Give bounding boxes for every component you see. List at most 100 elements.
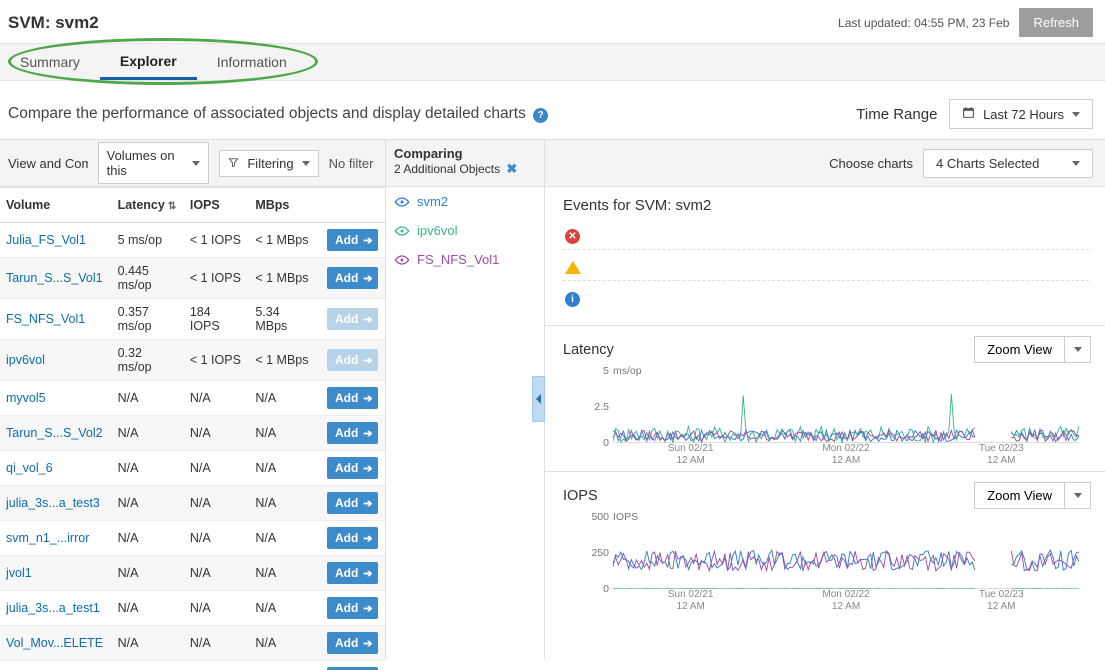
add-button[interactable]: Add (327, 267, 378, 289)
tab-information[interactable]: Information (197, 44, 307, 80)
cell-mbps: N/A (249, 521, 321, 556)
table-row: Julia_FS_Vol15 ms/op< 1 IOPS< 1 MBpsAdd (0, 223, 385, 258)
filtering-label: Filtering (247, 156, 293, 171)
cell-iops: N/A (184, 451, 249, 486)
add-button[interactable]: Add (327, 229, 378, 251)
comparing-item-name[interactable]: svm2 (417, 194, 448, 209)
view-selector[interactable]: Volumes on this (98, 142, 210, 184)
add-button: Add (327, 308, 378, 330)
volume-link[interactable]: Julia_FS_Vol1 (6, 233, 86, 247)
cell-iops: N/A (184, 556, 249, 591)
x-tick: Sun 02/2112 AM (613, 443, 768, 465)
chevron-down-icon (192, 161, 200, 166)
add-button[interactable]: Add (327, 632, 378, 654)
charts-selector[interactable]: 4 Charts Selected (923, 149, 1093, 178)
table-row: qi_vol_6N/AN/AN/AAdd (0, 451, 385, 486)
y-tick: 5 (603, 365, 609, 377)
volume-link[interactable]: svm_n1_...irror (6, 531, 89, 545)
chart-section: LatencyZoom Viewms/op02.55Sun 02/2112 AM… (545, 325, 1105, 471)
volume-link[interactable]: ipv6vol (6, 353, 45, 367)
help-icon[interactable]: ? (533, 108, 548, 123)
chart-plot[interactable] (613, 371, 1079, 443)
eye-icon[interactable] (394, 196, 410, 208)
comparing-item[interactable]: ipv6vol (386, 216, 544, 245)
x-tick: Tue 02/2312 AM (924, 443, 1079, 465)
charts-selector-value: 4 Charts Selected (936, 156, 1039, 171)
volume-link[interactable]: Vol_Mov...ELETE (6, 636, 103, 650)
zoom-view-button[interactable]: Zoom View (974, 336, 1065, 363)
add-button[interactable]: Add (327, 597, 378, 619)
comparing-item-name[interactable]: FS_NFS_Vol1 (417, 252, 499, 267)
add-button[interactable]: Add (327, 562, 378, 584)
volume-link[interactable]: jvol1 (6, 566, 32, 580)
filtering-button[interactable]: Filtering (219, 150, 318, 177)
volume-link[interactable]: julia_3s...a_test3 (6, 496, 100, 510)
chevron-down-icon (1074, 493, 1082, 498)
clear-comparing-icon[interactable]: ✖ (506, 161, 517, 176)
cell-iops: N/A (184, 626, 249, 661)
tab-explorer[interactable]: Explorer (100, 44, 197, 80)
eye-icon[interactable] (394, 254, 410, 266)
table-row: Tarun_S...S_Vol10.445 ms/op< 1 IOPS< 1 M… (0, 258, 385, 299)
cell-iops: N/A (184, 661, 249, 670)
volume-link[interactable]: FS_NFS_Vol1 (6, 312, 85, 326)
comparing-item[interactable]: FS_NFS_Vol1 (386, 245, 544, 274)
add-button[interactable]: Add (327, 422, 378, 444)
cell-mbps: N/A (249, 626, 321, 661)
time-range-selector[interactable]: Last 72 Hours (949, 99, 1093, 129)
calendar-icon (962, 106, 975, 122)
choose-charts-label: Choose charts (829, 156, 913, 171)
cell-iops: N/A (184, 486, 249, 521)
error-icon: ✕ (565, 229, 580, 244)
x-tick: Sun 02/2112 AM (613, 589, 768, 611)
col-iops[interactable]: IOPS (184, 188, 249, 223)
table-row: Tarun_S...S_Vol2N/AN/AN/AAdd (0, 416, 385, 451)
cell-latency: N/A (112, 556, 184, 591)
page-title: SVM: svm2 (8, 13, 99, 33)
col-latency[interactable]: Latency (112, 188, 184, 223)
add-button[interactable]: Add (327, 457, 378, 479)
zoom-more-button[interactable] (1065, 336, 1091, 363)
tabs-bar: Summary Explorer Information (0, 43, 1105, 81)
col-volume[interactable]: Volume (0, 188, 112, 223)
zoom-view-button[interactable]: Zoom View (974, 482, 1065, 509)
y-tick: 0 (603, 583, 609, 595)
tab-summary[interactable]: Summary (0, 44, 100, 80)
add-button: Add (327, 349, 378, 371)
volume-link[interactable]: Tarun_S...S_Vol1 (6, 271, 103, 285)
volumes-table: Volume Latency IOPS MBps Julia_FS_Vol1 5 … (0, 187, 385, 670)
comparing-title: Comparing (394, 146, 536, 161)
eye-icon[interactable] (394, 225, 410, 237)
col-mbps[interactable]: MBps (249, 188, 321, 223)
last-updated-label: Last updated: 04:55 PM, 23 Feb (838, 16, 1009, 30)
volume-link[interactable]: julia_3s...a_test1 (6, 601, 100, 615)
cell-mbps: < 1 MBps (249, 340, 321, 381)
volume-link[interactable]: Tarun_S...S_Vol2 (6, 426, 103, 440)
chevron-down-icon (302, 161, 310, 166)
add-button[interactable]: Add (327, 387, 378, 409)
table-row: svm_n1_...irrorN/AN/AN/AAdd (0, 521, 385, 556)
add-button[interactable]: Add (327, 527, 378, 549)
table-row: vol_delete_FSN/AN/AN/AAdd (0, 661, 385, 670)
table-row: Vol_Mov...ELETEN/AN/AN/AAdd (0, 626, 385, 661)
collapse-handle[interactable] (532, 376, 545, 422)
cell-mbps: N/A (249, 416, 321, 451)
cell-iops: < 1 IOPS (184, 258, 249, 299)
table-row: julia_3s...a_test3N/AN/AN/AAdd (0, 486, 385, 521)
volume-link[interactable]: myvol5 (6, 391, 46, 405)
chart-plot[interactable] (613, 517, 1079, 589)
comparing-item-name[interactable]: ipv6vol (417, 223, 457, 238)
chevron-down-icon (1072, 112, 1080, 117)
add-button[interactable]: Add (327, 492, 378, 514)
volume-link[interactable]: qi_vol_6 (6, 461, 53, 475)
refresh-button[interactable]: Refresh (1019, 8, 1093, 37)
filter-icon (228, 156, 239, 171)
cell-latency: 5 ms/op (112, 223, 184, 258)
cell-latency: N/A (112, 661, 184, 670)
comparing-item[interactable]: svm2 (386, 187, 544, 216)
cell-mbps: N/A (249, 661, 321, 670)
cell-latency: N/A (112, 381, 184, 416)
cell-iops: N/A (184, 381, 249, 416)
zoom-more-button[interactable] (1065, 482, 1091, 509)
warning-icon (565, 261, 581, 274)
